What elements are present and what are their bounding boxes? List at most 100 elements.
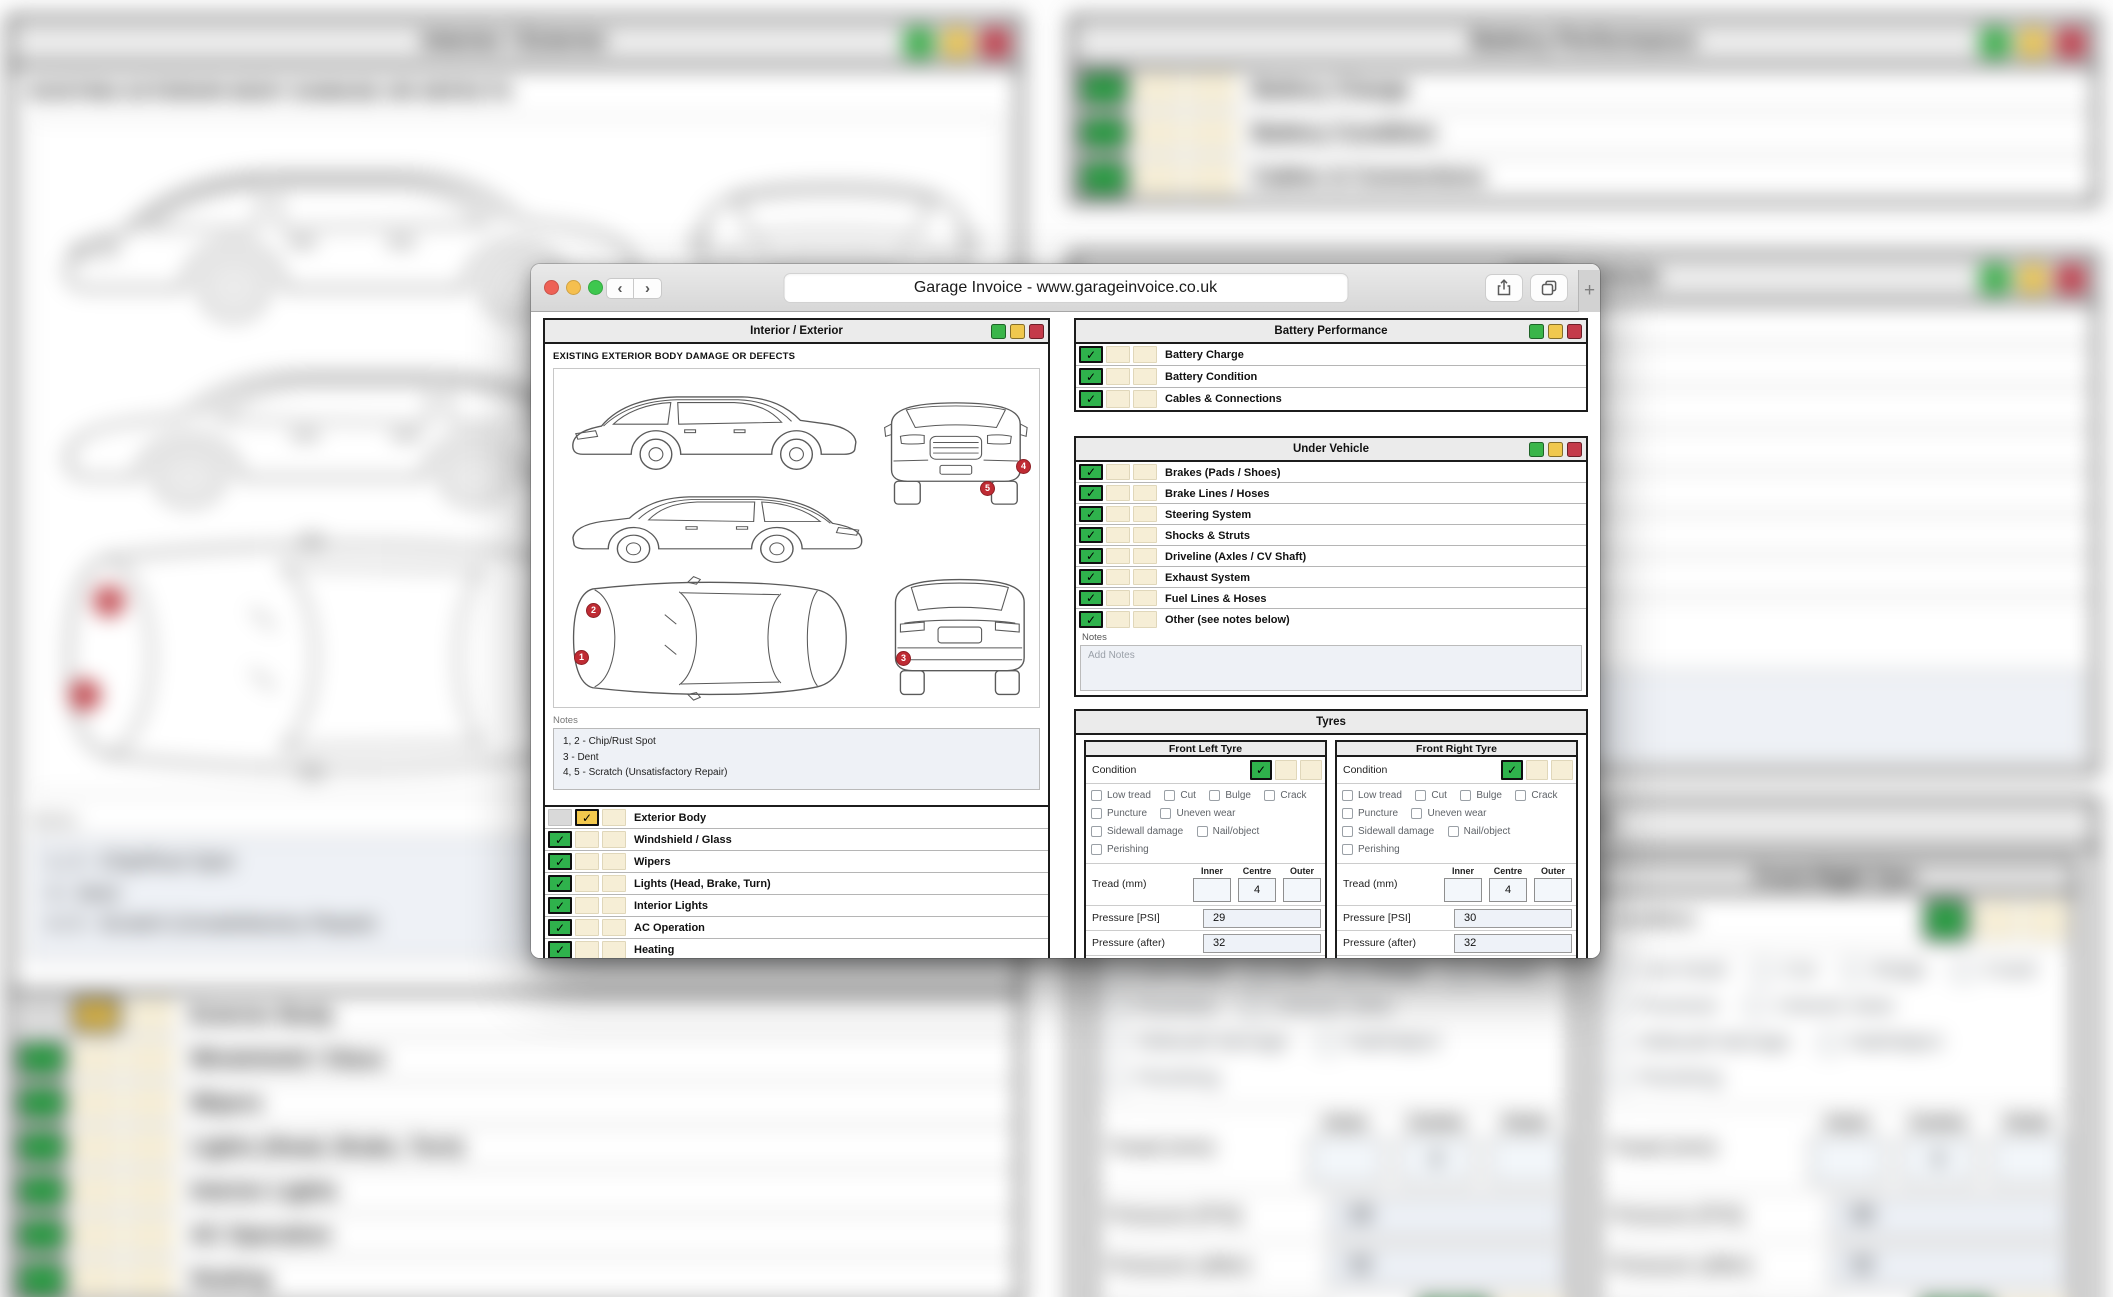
status-cell-yellow[interactable] (575, 897, 599, 914)
damage-marker[interactable]: 4 (1016, 459, 1031, 474)
defect-option[interactable]: Crack (1515, 787, 1557, 804)
checkbox-icon[interactable] (1448, 826, 1459, 837)
damage-notes[interactable]: 1, 2 - Chip/Rust Spot 3 - Dent 4, 5 - Sc… (553, 728, 1040, 790)
status-cell-green[interactable]: ✓ (1079, 346, 1103, 363)
pressure-after-input[interactable] (1203, 934, 1321, 953)
status-cell-yellow[interactable] (1275, 760, 1297, 780)
status-cell-red[interactable] (1300, 760, 1322, 780)
status-square-yellow[interactable] (1548, 324, 1563, 339)
status-square-green[interactable] (1529, 324, 1544, 339)
status-cell-green[interactable]: ✓ (1079, 464, 1103, 480)
address-bar[interactable]: Garage Invoice - www.garageinvoice.co.uk (783, 273, 1348, 303)
status-cell-red[interactable] (1133, 569, 1157, 585)
show-tabs-button[interactable] (1530, 274, 1568, 302)
checkbox-icon[interactable] (1264, 790, 1275, 801)
status-cell-yellow[interactable] (575, 831, 599, 848)
status-cell-red[interactable] (1133, 506, 1157, 522)
tread-inner-input[interactable] (1444, 878, 1482, 902)
minimize-window-button[interactable] (566, 280, 581, 295)
defect-option[interactable]: Uneven wear (1411, 805, 1486, 822)
status-cell-red[interactable] (602, 831, 626, 848)
status-cell-green[interactable]: ✓ (1079, 485, 1103, 501)
status-cell-yellow[interactable] (575, 919, 599, 936)
forward-button[interactable]: › (634, 278, 662, 299)
status-cell-yellow[interactable] (1106, 569, 1130, 585)
status-cell-red[interactable] (1133, 527, 1157, 543)
checkbox-icon[interactable] (1460, 790, 1471, 801)
checkbox-icon[interactable] (1342, 826, 1353, 837)
back-button[interactable]: ‹ (606, 278, 634, 299)
status-cell-red[interactable] (1551, 760, 1573, 780)
status-square-yellow[interactable] (1548, 442, 1563, 457)
defect-option[interactable]: Uneven wear (1160, 805, 1235, 822)
defect-option[interactable]: Cut (1415, 787, 1447, 804)
status-cell-green[interactable]: ✓ (1079, 506, 1103, 522)
tread-centre-input[interactable] (1238, 878, 1276, 902)
status-cell-yellow[interactable] (575, 853, 599, 870)
damage-marker[interactable]: 1 (574, 650, 589, 665)
defect-option[interactable]: Puncture (1091, 805, 1147, 822)
status-cell-red[interactable] (602, 897, 626, 914)
status-cell-green[interactable]: ✓ (1079, 390, 1103, 408)
status-cell-yellow[interactable]: ✓ (575, 809, 599, 826)
defect-option[interactable]: Nail/object (1197, 823, 1260, 840)
status-cell-green[interactable]: ✓ (548, 897, 572, 914)
status-cell-green[interactable]: ✓ (1079, 548, 1103, 564)
pressure-input[interactable] (1454, 909, 1572, 928)
defect-option[interactable]: Puncture (1342, 805, 1398, 822)
status-cell-green[interactable]: ✓ (548, 831, 572, 848)
defect-option[interactable]: Low tread (1342, 787, 1402, 804)
status-cell-yellow[interactable] (575, 875, 599, 892)
notes-textarea[interactable] (1081, 646, 1581, 690)
checkbox-icon[interactable] (1164, 790, 1175, 801)
checkbox-icon[interactable] (1342, 790, 1353, 801)
defect-option[interactable]: Nail/object (1448, 823, 1511, 840)
status-cell-yellow[interactable] (1106, 527, 1130, 543)
checkbox-icon[interactable] (1160, 808, 1171, 819)
status-cell-red[interactable] (1133, 464, 1157, 480)
tread-outer-input[interactable] (1534, 878, 1572, 902)
status-cell-yellow[interactable] (1106, 390, 1130, 408)
checkbox-icon[interactable] (1342, 808, 1353, 819)
close-window-button[interactable] (544, 280, 559, 295)
share-button[interactable] (1485, 274, 1523, 302)
status-cell-green[interactable]: ✓ (548, 919, 572, 936)
status-cell-green[interactable]: ✓ (1079, 527, 1103, 543)
status-cell-green[interactable]: ✓ (1079, 368, 1103, 385)
status-square-green[interactable] (991, 324, 1006, 339)
checkbox-icon[interactable] (1091, 808, 1102, 819)
status-cell-yellow[interactable] (1106, 346, 1130, 363)
status-cell-green[interactable]: ✓ (1250, 760, 1272, 780)
status-cell-yellow[interactable] (1106, 590, 1130, 606)
status-square-yellow[interactable] (1010, 324, 1025, 339)
status-square-red[interactable] (1567, 324, 1582, 339)
status-cell-red[interactable] (1133, 548, 1157, 564)
status-cell-yellow[interactable] (1526, 760, 1548, 780)
status-square-red[interactable] (1029, 324, 1044, 339)
checkbox-icon[interactable] (1515, 790, 1526, 801)
status-cell-red[interactable] (1133, 611, 1157, 628)
checkbox-icon[interactable] (1209, 790, 1220, 801)
status-cell-red[interactable] (1133, 368, 1157, 385)
status-cell-yellow[interactable] (1106, 464, 1130, 480)
status-cell-green[interactable]: ✓ (1079, 569, 1103, 585)
new-tab-button[interactable]: + (1578, 270, 1600, 312)
status-cell-yellow[interactable] (1106, 506, 1130, 522)
status-cell-green[interactable]: ✓ (548, 875, 572, 892)
status-cell-yellow[interactable] (1106, 485, 1130, 501)
status-cell-green[interactable]: ✓ (1501, 760, 1523, 780)
status-cell-yellow[interactable] (1106, 611, 1130, 628)
tread-inner-input[interactable] (1193, 878, 1231, 902)
defect-option[interactable]: Crack (1264, 787, 1306, 804)
pressure-after-input[interactable] (1454, 934, 1572, 953)
defect-option[interactable]: Cut (1164, 787, 1196, 804)
status-cell-green[interactable]: ✓ (548, 941, 572, 958)
checkbox-icon[interactable] (1411, 808, 1422, 819)
defect-option[interactable]: Perishing (1091, 841, 1149, 858)
status-cell-red[interactable] (602, 853, 626, 870)
status-cell-red[interactable] (1133, 590, 1157, 606)
zoom-window-button[interactable] (588, 280, 603, 295)
checkbox-icon[interactable] (1342, 844, 1353, 855)
vehicle-damage-diagram[interactable]: 1 2 3 4 5 (553, 368, 1040, 708)
defect-option[interactable]: Bulge (1209, 787, 1251, 804)
